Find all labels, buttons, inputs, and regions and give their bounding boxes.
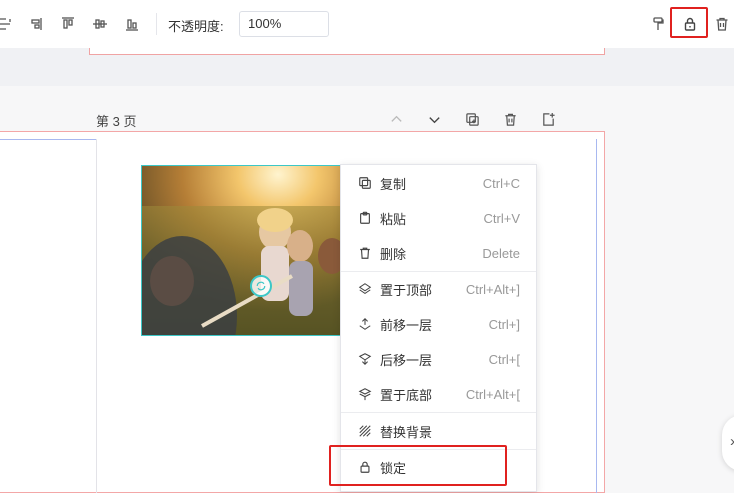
- page-title: 第 3 页: [96, 114, 137, 129]
- align-top-icon[interactable]: [58, 14, 78, 34]
- align-bottom-icon[interactable]: [122, 14, 142, 34]
- copy-icon: [357, 175, 373, 191]
- add-page-icon[interactable]: [539, 110, 557, 128]
- format-painter-icon[interactable]: [648, 14, 668, 34]
- menu-item-label: 粘贴: [380, 211, 407, 227]
- highlight-lock-menu-item: [329, 445, 507, 486]
- menu-item-copy[interactable]: 复制 Ctrl+C: [341, 166, 536, 200]
- menu-item-label: 复制: [380, 176, 407, 192]
- top-toolbar: 不透明度: 100%: [0, 0, 734, 49]
- menu-item-delete[interactable]: 删除 Delete: [341, 236, 536, 270]
- menu-item-shortcut: Ctrl+V: [483, 210, 520, 226]
- copy-page-icon[interactable]: [463, 110, 481, 128]
- menu-item-bring-to-front[interactable]: 置于顶部 Ctrl+Alt+]: [341, 272, 536, 306]
- menu-divider: [341, 412, 536, 413]
- menu-item-shortcut: Ctrl+Alt+[: [465, 386, 520, 402]
- align-right-icon[interactable]: [26, 14, 46, 34]
- menu-item-label: 替换背景: [380, 424, 433, 440]
- menu-item-label: 前移一层: [380, 317, 433, 333]
- bring-to-front-icon: [357, 281, 373, 297]
- context-menu: 复制 Ctrl+C 粘贴 Ctrl+V 删除 Delete 置于顶部 Ctrl+…: [340, 164, 537, 492]
- toolbar-separator: [156, 13, 157, 35]
- menu-item-shortcut: Ctrl+[: [488, 351, 520, 367]
- send-backward-icon: [357, 351, 373, 367]
- menu-item-shortcut: Delete: [482, 245, 520, 261]
- hatch-pattern-icon: [357, 423, 373, 439]
- menu-item-label: 置于底部: [380, 387, 433, 403]
- menu-item-send-to-back[interactable]: 置于底部 Ctrl+Alt+[: [341, 377, 536, 411]
- selected-photo[interactable]: [141, 165, 341, 336]
- trash-icon: [357, 245, 373, 261]
- opacity-input[interactable]: 100%: [239, 11, 329, 37]
- guide-line: [0, 139, 96, 140]
- distribute-horizontal-icon[interactable]: [0, 14, 16, 34]
- chevron-right-icon: ›: [730, 433, 734, 450]
- rotate-handle-icon[interactable]: [250, 275, 272, 297]
- menu-item-label: 后移一层: [380, 352, 433, 368]
- menu-item-shortcut: Ctrl+Alt+]: [465, 281, 520, 297]
- chevron-up-icon[interactable]: [387, 110, 405, 128]
- menu-item-shortcut: Ctrl+]: [488, 316, 520, 332]
- menu-item-bring-forward[interactable]: 前移一层 Ctrl+]: [341, 307, 536, 341]
- menu-item-shortcut: Ctrl+C: [482, 175, 520, 191]
- menu-item-label: 置于顶部: [380, 282, 433, 298]
- opacity-label: 不透明度:: [168, 19, 224, 34]
- paste-icon: [357, 210, 373, 226]
- menu-item-send-backward[interactable]: 后移一层 Ctrl+[: [341, 342, 536, 376]
- menu-item-label: 删除: [380, 246, 407, 262]
- trash-icon[interactable]: [501, 110, 519, 128]
- trash-icon[interactable]: [712, 14, 732, 34]
- highlight-lock-button: [670, 7, 708, 38]
- send-to-back-icon: [357, 386, 373, 402]
- bring-forward-icon: [357, 316, 373, 332]
- chevron-down-icon[interactable]: [425, 110, 443, 128]
- previous-page-canvas: [89, 48, 605, 55]
- menu-item-paste[interactable]: 粘贴 Ctrl+V: [341, 201, 536, 235]
- menu-item-replace-background[interactable]: 替换背景: [341, 414, 536, 448]
- align-middle-icon[interactable]: [90, 14, 110, 34]
